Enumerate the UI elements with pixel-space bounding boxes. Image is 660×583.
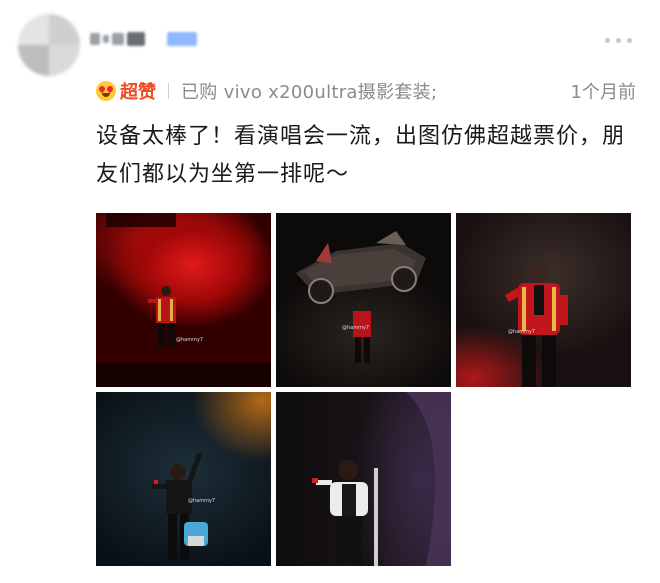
review-photo-4[interactable]: @hammy7 xyxy=(96,392,271,566)
photo-watermark: @hammy7 xyxy=(188,498,216,504)
review-photo-3[interactable]: @hammy7 xyxy=(456,213,631,387)
review-photo-1[interactable]: @hammy7 xyxy=(96,213,271,387)
rating-label: 超赞 xyxy=(120,82,156,103)
review-photo-2[interactable]: @hammy7 xyxy=(276,213,451,387)
purchase-info: 已购 vivo x200ultra摄影套装; xyxy=(181,82,438,103)
photo-watermark: @hammy7 xyxy=(342,325,370,331)
comment-text: 设备太棒了！看演唱会一流，出图仿佛超越票价，朋友们都以为坐第一排呢～ xyxy=(96,124,626,187)
avatar[interactable] xyxy=(18,14,80,76)
photo-watermark: @hammy7 xyxy=(508,329,536,335)
photo-watermark: @hammy7 xyxy=(176,337,204,343)
heart-eyes-icon xyxy=(96,81,116,101)
review-card: 超赞 已购 vivo x200ultra摄影套装; 1个月前 设备太棒了！看演唱… xyxy=(0,0,660,583)
review-meta: 超赞 已购 vivo x200ultra摄影套装; 1个月前 xyxy=(96,78,636,104)
review-photo-5[interactable] xyxy=(276,392,451,566)
post-time: 1个月前 xyxy=(570,82,636,103)
username-redacted[interactable] xyxy=(90,30,197,48)
more-icon[interactable] xyxy=(605,38,632,43)
divider xyxy=(168,83,169,99)
